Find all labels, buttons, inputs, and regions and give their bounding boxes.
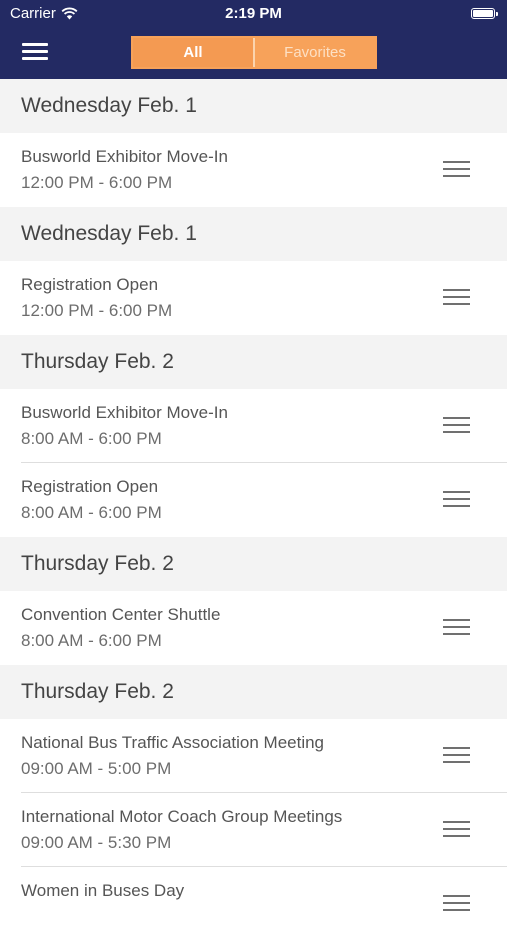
reorder-handle-icon[interactable] <box>443 489 470 509</box>
event-title: International Motor Coach Group Meetings <box>21 807 343 826</box>
event-title: Busworld Exhibitor Move-In <box>21 147 228 166</box>
event-title: Registration Open <box>21 477 159 496</box>
reorder-handle-icon[interactable] <box>443 745 470 765</box>
section-header: Thursday Feb. 2 <box>0 537 507 591</box>
tab-favorites[interactable]: Favorites <box>253 38 375 67</box>
schedule-list: Wednesday Feb. 1 Busworld Exhibitor Move… <box>0 79 507 941</box>
tab-all[interactable]: All <box>133 38 253 67</box>
reorder-handle-icon[interactable] <box>443 893 470 913</box>
event-time: 12:00 PM - 6:00 PM <box>21 301 173 320</box>
event-title: Registration Open <box>21 275 159 294</box>
event-time: 12:00 PM - 6:00 PM <box>21 173 173 192</box>
event-title: Convention Center Shuttle <box>21 605 221 624</box>
event-time: 09:00 AM - 5:00 PM <box>21 759 172 778</box>
reorder-handle-icon[interactable] <box>443 159 470 179</box>
event-time: 09:00 AM - 5:30 PM <box>21 833 172 852</box>
nav-header: Carrier 2:19 PM All Favorites <box>0 0 507 79</box>
section-header: Wednesday Feb. 1 <box>0 207 507 261</box>
event-row[interactable]: Convention Center Shuttle 8:00 AM - 6:00… <box>0 591 507 665</box>
event-row[interactable]: International Motor Coach Group Meetings… <box>0 793 507 867</box>
battery-icon <box>471 8 498 19</box>
reorder-handle-icon[interactable] <box>443 415 470 435</box>
event-row[interactable]: National Bus Traffic Association Meeting… <box>0 719 507 793</box>
reorder-handle-icon[interactable] <box>443 617 470 637</box>
event-time: 8:00 AM - 6:00 PM <box>21 503 162 522</box>
hamburger-menu-icon[interactable] <box>22 41 48 61</box>
event-title: Busworld Exhibitor Move-In <box>21 403 228 422</box>
section-header: Thursday Feb. 2 <box>0 335 507 389</box>
reorder-handle-icon[interactable] <box>443 819 470 839</box>
status-bar: Carrier 2:19 PM <box>0 0 507 28</box>
section-header: Thursday Feb. 2 <box>0 665 507 719</box>
event-row[interactable]: Registration Open 12:00 PM - 6:00 PM <box>0 261 507 335</box>
section-header: Wednesday Feb. 1 <box>0 79 507 133</box>
reorder-handle-icon[interactable] <box>443 287 470 307</box>
filter-segmented-control: All Favorites <box>131 36 377 69</box>
event-title: Women in Buses Day <box>21 881 185 900</box>
event-row[interactable]: Busworld Exhibitor Move-In 12:00 PM - 6:… <box>0 133 507 207</box>
event-row[interactable]: Registration Open 8:00 AM - 6:00 PM <box>0 463 507 537</box>
event-time: 8:00 AM - 6:00 PM <box>21 631 162 650</box>
event-time: 8:00 AM - 6:00 PM <box>21 429 162 448</box>
event-title: National Bus Traffic Association Meeting <box>21 733 325 752</box>
event-row[interactable]: Busworld Exhibitor Move-In 8:00 AM - 6:0… <box>0 389 507 463</box>
status-time: 2:19 PM <box>225 5 282 22</box>
event-row[interactable]: Women in Buses Day <box>0 867 507 941</box>
